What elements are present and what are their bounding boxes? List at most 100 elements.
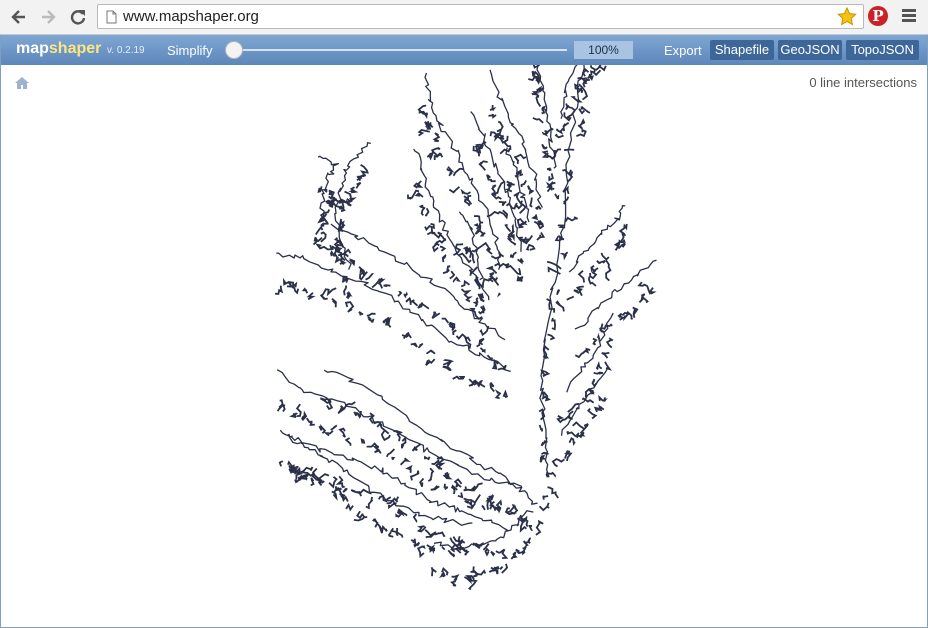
mapshaper-app: mapshaper v. 0.2.19 Simplify 100% Export… [0,35,928,628]
coastline-inlet [488,113,497,119]
coastline-inlet [356,174,367,179]
coastline-inlet [358,311,364,316]
coastline-inlet [595,404,605,412]
coastline-inlet [495,548,509,559]
coastline-inlet [449,270,456,280]
coastline-inlet [452,167,464,177]
coastline-inlet [473,215,484,224]
coastline-inlet [365,273,375,281]
coastline-inlet [318,424,327,434]
coastline-inlet [339,260,347,265]
coastline-inlet [300,466,314,473]
coastline-inlet [306,292,316,301]
star-icon[interactable] [837,6,857,32]
coastline-inlet [541,150,550,159]
coastline-inlet [572,421,585,430]
coastline-inlet [457,492,464,499]
coastline-inlet [385,448,396,458]
menu-icon[interactable] [902,9,916,23]
coastline-inlet [548,173,554,182]
coastline-inlet [494,389,502,400]
coastline-inlet [430,567,437,577]
address-bar[interactable] [97,4,864,29]
coastline-inlet [376,523,383,534]
coastline-inlet [499,148,511,155]
coastline-inlet [556,414,571,424]
coastline-inlet [568,437,576,447]
coastline-inlet [520,180,527,188]
coastline-inlet [550,317,557,331]
coastline-inlet [412,513,418,523]
coastline-inlet [345,503,354,512]
coastline-inlet [366,442,380,449]
coastline-inlet [536,232,546,241]
simplify-slider-track[interactable] [234,49,567,51]
coastline-inlet [579,423,589,434]
coastline-inlet [502,209,509,220]
simplify-slider-handle[interactable] [225,41,243,59]
coastline-inlet [501,563,509,574]
coastline-inlet [432,242,440,253]
coastline-inlet [331,490,338,501]
coastline-inlet [481,505,486,511]
map-area[interactable]: 0 line intersections [1,65,927,627]
coastline-inlet [525,243,536,251]
coastline-inlet [502,389,509,399]
coastline-inlet [578,83,589,101]
reload-icon[interactable] [67,6,89,28]
coastline-inlet [539,455,546,463]
coastline-inlet [439,531,446,538]
coastline-inlet [556,125,565,135]
coastline-inlet [505,264,522,276]
coastline-inlet [522,234,534,245]
coastline-inlet [585,78,589,82]
coastline-inlet [564,216,579,223]
coastline-inlet [648,287,657,295]
geojson-button[interactable]: GeoJSON [778,40,842,60]
coastline-inlet [531,90,540,97]
coastline-inlet [281,403,286,413]
coastline-inlet [331,298,337,308]
coastline-inlet [638,296,649,304]
coastline-inlet [451,574,460,581]
coastline-inlet [441,254,447,263]
coastline-map[interactable] [1,65,927,627]
coastline-inlet [448,171,453,177]
coastline-inlet [442,265,451,274]
coastline-inlet [416,545,426,558]
coastline-inlet [605,337,614,349]
intersections-label: 0 line intersections [809,75,917,90]
coastline-inlet [554,133,565,139]
coastline-inlet [497,292,501,298]
pinterest-icon[interactable]: P [868,6,888,26]
simplify-percent[interactable]: 100% [574,41,633,59]
coastline-inlet [479,347,486,354]
coastline-inlet [409,470,420,481]
coastline-inlet [350,489,362,497]
coastline-path [424,72,502,270]
coastline-inlet [535,205,542,211]
forward-arrow-icon[interactable] [37,6,59,28]
coastline-path [286,433,473,526]
shapefile-button[interactable]: Shapefile [710,40,774,60]
coastline-inlet [424,455,431,461]
url-input[interactable] [123,6,823,27]
simplify-label: Simplify [167,43,213,58]
logo-suffix: shaper [48,40,102,57]
coastline-inlet [598,65,602,68]
coastline-inlet [553,148,562,159]
coastline-inlet [405,296,412,306]
coastline-inlet [479,160,488,165]
coastline-inlet [491,184,497,193]
coastline-inlet [420,207,425,216]
topojson-button[interactable]: TopoJSON [846,40,919,60]
coastline-inlet [478,275,494,289]
coastline-inlet [344,190,352,199]
coastline-inlet [417,342,424,349]
coastline-inlet [485,174,496,183]
coastline-inlet [359,163,369,177]
coastline-inlet [541,451,549,455]
back-arrow-icon[interactable] [8,6,30,28]
coastline-inlet [441,545,446,551]
home-icon[interactable] [14,76,30,95]
